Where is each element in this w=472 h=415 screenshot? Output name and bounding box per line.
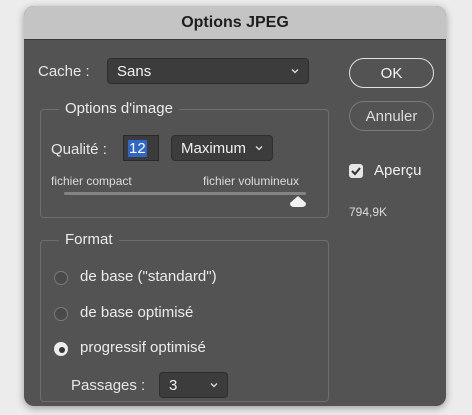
passes-value: 3	[169, 376, 178, 394]
radio-progressive-optimized[interactable]	[54, 342, 68, 356]
image-options-title: Options d'image	[59, 100, 179, 117]
cache-select-value: Sans	[117, 62, 152, 80]
image-options-group: Options d'image Qualité : 12 Maximum fic…	[40, 100, 329, 218]
radio-baseline-optimized-label: de base optimisé	[80, 304, 194, 321]
dialog-title: Options JPEG	[181, 13, 289, 31]
radio-progressive-optimized-label: progressif optimisé	[80, 339, 206, 356]
large-file-label: fichier volumineux	[203, 174, 300, 188]
file-size-label: 794,9K	[349, 205, 388, 219]
checkmark-icon	[351, 167, 361, 176]
passes-select[interactable]: 3	[159, 372, 228, 398]
cancel-button[interactable]: Annuler	[349, 101, 434, 131]
radio-baseline-standard-label: de base ("standard")	[80, 268, 217, 285]
quality-slider-track[interactable]	[64, 192, 306, 195]
chevron-down-icon	[255, 146, 263, 151]
passes-label: Passages :	[71, 377, 146, 394]
cache-label: Cache :	[38, 63, 90, 80]
preview-label: Aperçu	[374, 162, 422, 179]
quality-label: Qualité :	[51, 141, 107, 158]
radio-baseline-optimized[interactable]	[54, 307, 68, 321]
quality-input[interactable]: 12	[123, 135, 159, 161]
format-group: Format de base ("standard") de base opti…	[40, 231, 329, 402]
jpeg-options-dialog: Options JPEG Cache : Sans OK Annuler Ape…	[24, 6, 446, 406]
preview-checkbox[interactable]	[349, 164, 363, 178]
chevron-down-icon	[210, 383, 218, 388]
ok-button[interactable]: OK	[349, 58, 434, 88]
radio-baseline-standard[interactable]	[54, 271, 68, 285]
title-bar: Options JPEG	[24, 6, 446, 40]
compact-file-label: fichier compact	[51, 174, 132, 188]
format-title: Format	[59, 231, 119, 248]
chevron-down-icon	[291, 69, 299, 74]
slider-thumb-icon[interactable]	[289, 196, 307, 208]
cache-select[interactable]: Sans	[107, 58, 309, 84]
quality-preset-select[interactable]: Maximum	[171, 135, 273, 161]
quality-value: 12	[128, 139, 147, 157]
quality-preset-value: Maximum	[181, 139, 247, 157]
